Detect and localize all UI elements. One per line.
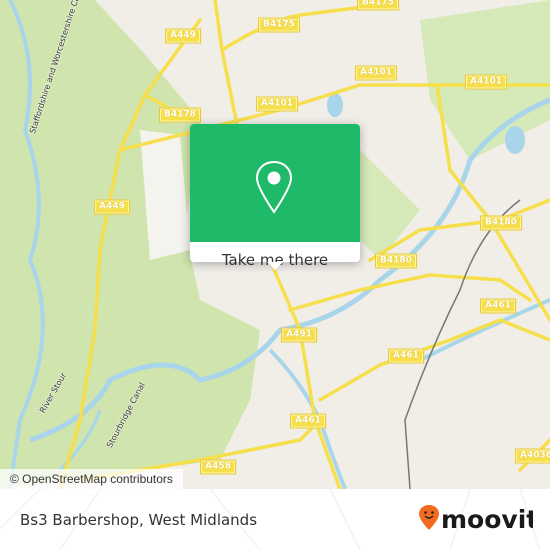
popup-pointer — [267, 262, 283, 270]
road-shield: A461 — [480, 298, 516, 314]
take-me-there-button[interactable]: Take me there — [190, 242, 360, 278]
svg-text:moovit: moovit — [441, 505, 533, 534]
road-shield: A4101 — [464, 74, 508, 90]
location-popup: Take me there — [190, 124, 360, 270]
road-shield: B4180 — [375, 253, 417, 269]
popup-header — [190, 124, 360, 242]
road-shield: A461 — [290, 413, 326, 429]
road-shield: A4101 — [255, 96, 299, 112]
road-shield: A4036 — [514, 448, 550, 464]
road-shield: A449 — [165, 28, 201, 44]
road-shield: B4178 — [159, 107, 201, 123]
map-pin-icon — [255, 160, 293, 214]
road-shield: A491 — [281, 327, 317, 343]
road-shield: A458 — [200, 459, 236, 475]
map[interactable]: A449 B4175 B4175 A4101 A4101 A4101 B4178 A449 B4… — [0, 0, 550, 489]
road-shield: B4180 — [480, 215, 522, 231]
place-title: Bs3 Barbershop, West Midlands — [20, 511, 258, 529]
road-shield: B4175 — [357, 0, 399, 11]
road-shield: A449 — [94, 199, 130, 215]
road-shield: A461 — [388, 348, 424, 364]
road-shield: A4101 — [354, 65, 398, 81]
road-shield: B4175 — [258, 17, 300, 33]
moovit-logo: moovit — [419, 505, 533, 534]
attribution[interactable]: © OpenStreetMap contributors — [0, 469, 183, 489]
